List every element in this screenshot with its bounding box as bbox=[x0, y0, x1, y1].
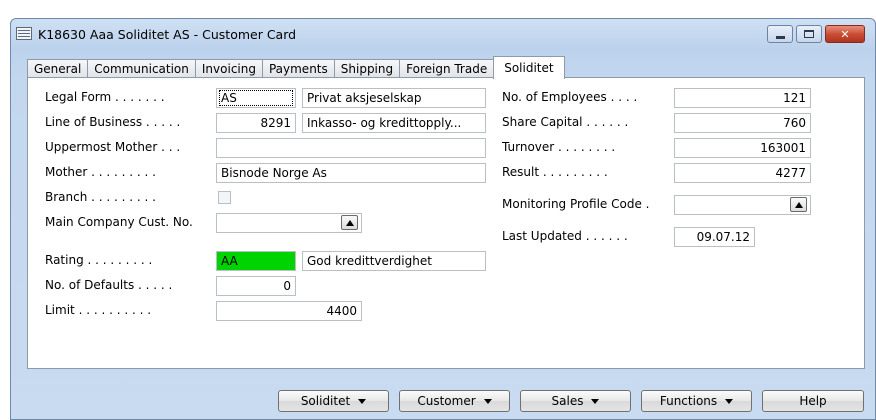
tab-shipping[interactable]: Shipping bbox=[333, 59, 401, 78]
share-capital-field[interactable]: 760 bbox=[674, 113, 811, 133]
maximize-icon bbox=[804, 30, 814, 38]
customer-menu-button[interactable]: Customer bbox=[399, 390, 510, 412]
uppermost-mother-field[interactable] bbox=[216, 138, 486, 158]
tab-strip: General Communication Invoicing Payments… bbox=[27, 56, 565, 79]
line-of-business-label: Line of Business . . . . . bbox=[45, 115, 181, 129]
result-label: Result . . . . . . . . . bbox=[502, 165, 608, 179]
rating-code-field[interactable]: AA bbox=[216, 251, 296, 271]
last-updated-field: 09.07.12 bbox=[674, 227, 755, 247]
no-of-defaults-field[interactable]: 0 bbox=[216, 276, 296, 296]
monitoring-profile-lookup-button[interactable] bbox=[790, 197, 807, 212]
result-field[interactable]: 4277 bbox=[674, 163, 811, 183]
maximize-button[interactable] bbox=[796, 25, 822, 43]
customer-button-label: Customer bbox=[417, 394, 476, 408]
tab-invoicing[interactable]: Invoicing bbox=[194, 59, 263, 78]
legal-form-label: Legal Form . . . . . . . bbox=[45, 90, 165, 104]
no-of-employees-field[interactable]: 121 bbox=[674, 88, 811, 108]
uppermost-mother-label: Uppermost Mother . . . bbox=[45, 140, 181, 154]
sales-menu-button[interactable]: Sales bbox=[520, 390, 631, 412]
window-controls: ✕ bbox=[767, 25, 865, 43]
dropdown-arrow-icon bbox=[591, 398, 600, 404]
rating-description: God kredittverdighet bbox=[302, 251, 486, 271]
window-title: K18630 Aaa Soliditet AS - Customer Card bbox=[38, 27, 297, 42]
mother-label: Mother . . . . . . . . . bbox=[45, 165, 156, 179]
branch-checkbox[interactable] bbox=[218, 191, 231, 204]
customer-card-window: K18630 Aaa Soliditet AS - Customer Card … bbox=[10, 18, 876, 420]
close-icon: ✕ bbox=[840, 27, 850, 41]
soliditet-panel: Legal Form . . . . . . . AS Privat aksje… bbox=[27, 77, 865, 369]
minimize-button[interactable] bbox=[767, 25, 793, 43]
legal-form-description: Privat aksjeselskap bbox=[302, 88, 486, 108]
monitoring-profile-label: Monitoring Profile Code . bbox=[502, 197, 650, 211]
tab-payments[interactable]: Payments bbox=[261, 59, 335, 78]
tab-communication[interactable]: Communication bbox=[87, 59, 196, 78]
mother-field[interactable]: Bisnode Norge As bbox=[216, 163, 486, 183]
no-of-defaults-label: No. of Defaults . . . . . bbox=[45, 278, 173, 292]
functions-menu-button[interactable]: Functions bbox=[641, 390, 752, 412]
functions-button-label: Functions bbox=[659, 394, 718, 408]
turnover-label: Turnover . . . . . . . . bbox=[502, 140, 616, 154]
title-bar[interactable]: K18630 Aaa Soliditet AS - Customer Card … bbox=[11, 19, 875, 49]
help-button[interactable]: Help bbox=[762, 390, 864, 412]
main-company-lookup-button[interactable] bbox=[341, 215, 358, 230]
minimize-icon bbox=[775, 35, 785, 39]
limit-field[interactable]: 4400 bbox=[216, 301, 362, 321]
tab-foreign-trade[interactable]: Foreign Trade bbox=[399, 59, 495, 78]
sales-button-label: Sales bbox=[551, 394, 584, 408]
soliditet-button-label: Soliditet bbox=[300, 394, 351, 408]
main-company-label: Main Company Cust. No. bbox=[45, 215, 193, 229]
close-button[interactable]: ✕ bbox=[825, 25, 865, 43]
dropdown-arrow-icon bbox=[483, 398, 492, 404]
tab-soliditet[interactable]: Soliditet bbox=[493, 56, 565, 79]
limit-label: Limit . . . . . . . . . . bbox=[45, 303, 152, 317]
branch-label: Branch . . . . . . . . . bbox=[45, 190, 156, 204]
soliditet-menu-button[interactable]: Soliditet bbox=[278, 390, 389, 412]
dropdown-arrow-icon bbox=[725, 398, 734, 404]
turnover-field[interactable]: 163001 bbox=[674, 138, 811, 158]
line-of-business-code-field[interactable]: 8291 bbox=[216, 113, 296, 133]
no-of-employees-label: No. of Employees . . . . bbox=[502, 90, 638, 104]
rating-label: Rating . . . . . . . . . bbox=[45, 253, 153, 267]
legal-form-code-field[interactable]: AS bbox=[216, 88, 296, 108]
last-updated-label: Last Updated . . . . . . bbox=[502, 229, 628, 243]
lookup-arrow-icon bbox=[794, 201, 803, 208]
dropdown-arrow-icon bbox=[358, 398, 367, 404]
lookup-arrow-icon bbox=[345, 219, 354, 226]
share-capital-label: Share Capital . . . . . . bbox=[502, 115, 629, 129]
tab-general[interactable]: General bbox=[27, 59, 89, 78]
line-of-business-description: Inkasso- og kredittopply... bbox=[302, 113, 486, 133]
form-icon bbox=[16, 27, 32, 40]
